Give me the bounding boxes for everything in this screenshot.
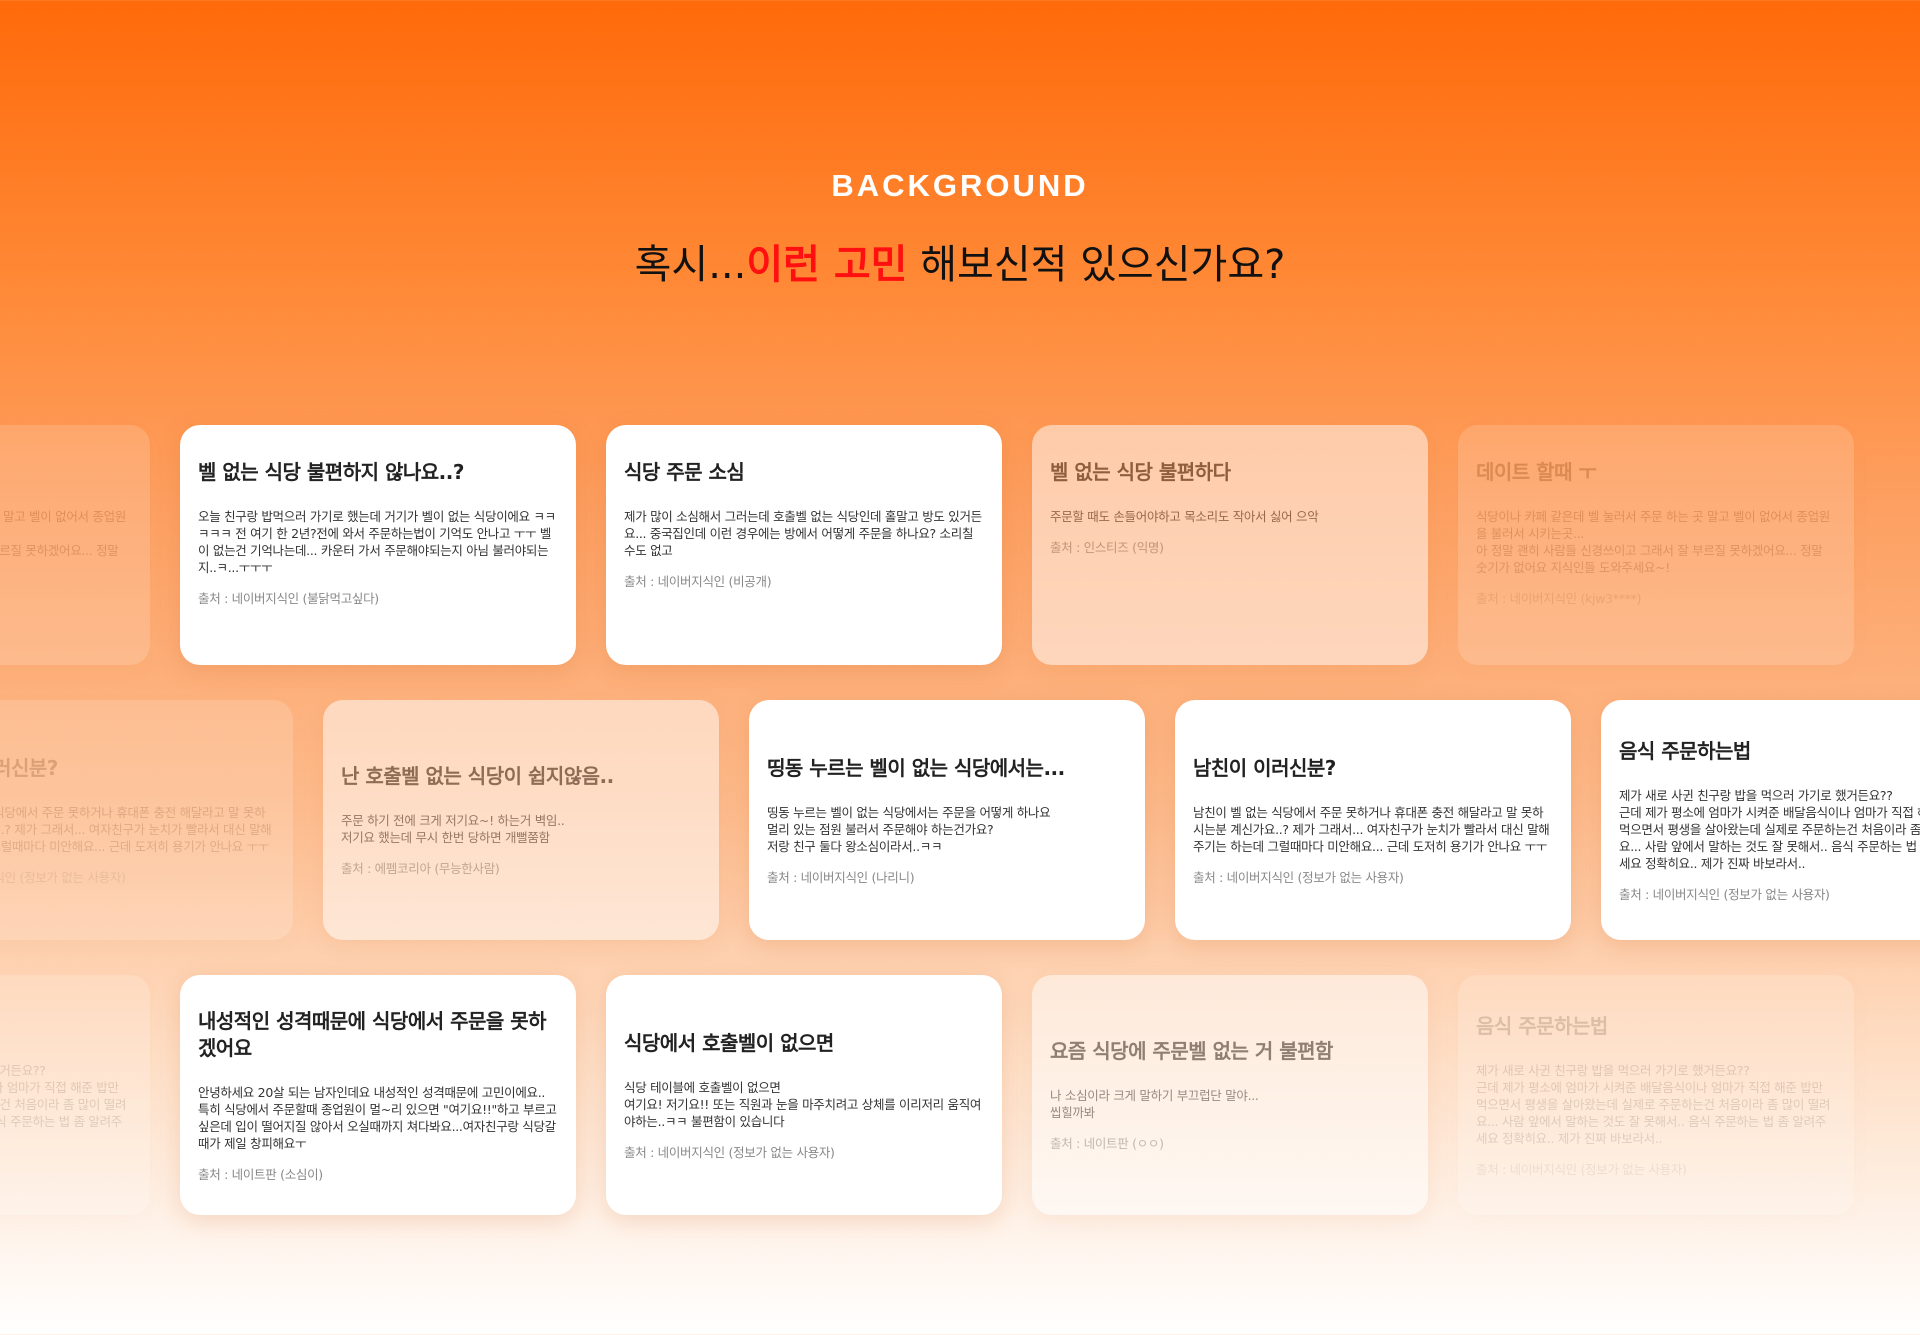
problem-card: 음식 주문하는법제가 새로 사귄 친구랑 밥을 먹으러 가기로 했거든요?? 근… (1458, 975, 1854, 1215)
card-source: 출처 : 네이버지식인 (정보가 없는 사용자) (1619, 886, 1830, 902)
card-body: 식당 테이블에 호출벨이 없으면 여기요! 저기요!! 또는 직원과 눈을 마주… (624, 1079, 982, 1129)
card-body: 띵동 누르는 벨이 없는 식당에서는 주문을 어떻게 하나요 멀리 있는 점원 … (767, 804, 1051, 854)
card-title: 데이트 할때 ㅜ (0, 459, 132, 486)
card-source: 출처 : 네이버지식인 (kjw3****) (0, 588, 132, 607)
problem-card: 남친이 이러신분? 남친이 벨 없는 식당에서 주문 못하거나 휴대폰 충전 해달… (0, 700, 293, 940)
card-title: 남친이 이러신분? (0, 755, 58, 780)
problem-card: 데이트 할때 ㅜ 식당이나 카페 같은데 벨 눌러서 주문 하는 곳 말고 벨이 … (0, 425, 150, 665)
card-source: 출처 : 네이버지식인 (정보가 없는 사용자) (0, 1159, 132, 1178)
card-source: 출처 : 네이버지식인 (불닭먹고싶다) (198, 591, 379, 606)
card-source: 출처 : 네이버지식인 (비공개) (624, 574, 772, 589)
card-source: 출처 : 네이버지식인 (정보가 없는 사용자) (0, 869, 126, 885)
problem-card: 음식 주문하는법제가 새로 사귄 친구랑 밥을 먹으러 가기로 했거든요?? 근… (0, 975, 150, 1215)
problem-card: 벨 없는 식당 불편하다주문할 때도 손들어야하고 목소리도 작아서 싫어 으악… (1032, 425, 1428, 665)
card-body: 나 소심이라 크게 말하기 부끄럽단 말야... 씹힐까봐 (1050, 1088, 1259, 1120)
card-body: 주문 하기 전에 크게 저기요~! 하는거 벽임.. 저기요 했는데 무시 한번… (341, 813, 565, 845)
card-source: 출처 : 네이버지식인 (정보가 없는 사용자) (1193, 869, 1404, 885)
problem-card: 요즘 식당에 주문벨 없는 거 불편함나 소심이라 크게 말하기 부끄럽단 말야… (1032, 975, 1428, 1215)
card-body: 남친이 벨 없는 식당에서 주문 못하거나 휴대폰 충전 해달라고 말 못하시는… (0, 804, 272, 854)
card-body: 안녕하세요 20살 되는 남자인데요 내성적인 성격때문에 고민이에요.. 특히… (198, 1084, 557, 1151)
problem-card: 식당 주문 소심제가 많이 소심해서 그러는데 호출벨 없는 식당인데 홀말고 … (606, 425, 1002, 665)
card-title: 음식 주문하는법 (1476, 1013, 1608, 1038)
card-title: 요즘 식당에 주문벨 없는 거 불편함 (1050, 1039, 1333, 1063)
section-headline: 혹시...이런 고민 해보신적 있으신가요? (0, 232, 1920, 290)
headline-suffix: 해보신적 있으신가요? (907, 242, 1286, 288)
problem-card: 벨 없는 식당 불편하지 않나요..? 오늘 친구랑 밥먹으러 가기로 했는데 거… (180, 425, 576, 665)
card-source: 출처 : 인스티즈 (익명) (1050, 540, 1164, 555)
card-source: 출처 : 네이버지식인 (정보가 없는 사용자) (1476, 1161, 1687, 1177)
card-body: 주문할 때도 손들어야하고 목소리도 작아서 싫어 으악 (1050, 509, 1319, 524)
headline-highlight: 이런 고민 (746, 242, 908, 288)
card-title: 벨 없는 식당 불편하다 (1050, 460, 1231, 484)
card-body: 오늘 친구랑 밥먹으러 가기로 했는데 거기가 벨이 없는 식당이에요 ㅋㅋㅋㅋ… (198, 509, 556, 575)
problem-card: 식당에서 호출벨이 없으면식당 테이블에 호출벨이 없으면 여기요! 저기요!!… (606, 975, 1002, 1215)
card-title: 음식 주문하는법 (0, 1013, 132, 1040)
card-title: 남친이 이러신분? (1193, 755, 1336, 780)
card-source: 출처 : 네이버지식인 (나리니) (767, 869, 915, 885)
problem-card: 음식 주문하는법제가 새로 사귄 친구랑 밥을 먹으러 가기로 했거든요?? 근… (1601, 700, 1920, 940)
card-body: 제가 새로 사귄 친구랑 밥을 먹으러 가기로 했거든요?? 근데 제가 평소에… (0, 1062, 127, 1129)
problem-card: 내성적인 성격때문에 식당에서 주문을 못하겠어요안녕하세요 20살 되는 남자… (180, 975, 576, 1215)
card-title: 식당에서 호출벨이 없으면 (624, 1030, 834, 1055)
card-source: 출처 : 네이버지식인 (kjw3****) (1476, 591, 1642, 606)
card-body: 제가 많이 소심해서 그러는데 호출벨 없는 식당인데 홀말고 방도 있거든요.… (624, 509, 982, 558)
card-source: 출처 : 에펨코리아 (무능한사람) (341, 861, 500, 876)
problem-card: 난 호출벨 없는 식당이 쉽지않음.. 주문 하기 전에 크게 저기요~! 하는거… (323, 700, 719, 940)
card-body: 남친이 벨 없는 식당에서 주문 못하거나 휴대폰 충전 해달라고 말 못하시는… (1193, 804, 1550, 854)
card-body: 제가 새로 사귄 친구랑 밥을 먹으러 가기로 했거든요?? 근데 제가 평소에… (1619, 787, 1920, 871)
problem-card: 띵동 누르는 벨이 없는 식당에서는... 띵동 누르는 벨이 없는 식당에서는 … (749, 700, 1145, 940)
card-title: 음식 주문하는법 (1619, 738, 1751, 763)
card-title: 띵동 누르는 벨이 없는 식당에서는... (767, 755, 1065, 780)
card-body: 제가 새로 사귄 친구랑 밥을 먹으러 가기로 했거든요?? 근데 제가 평소에… (1476, 1062, 1831, 1146)
card-source: 출처 : 네이트판 (ㅇㅇ) (1050, 1136, 1164, 1151)
card-title: 식당 주문 소심 (624, 460, 745, 484)
card-source: 출처 : 네이트판 (소심이) (198, 1166, 323, 1182)
card-body: 식당이나 카페 같은데 벨 눌러서 주문 하는 곳 말고 벨이 없어서 종업원을… (0, 509, 127, 558)
card-title: 내성적인 성격때문에 식당에서 주문을 못하겠어요 (198, 1008, 547, 1060)
section-eyebrow: BACKGROUND (831, 168, 1089, 203)
problem-card: 데이트 할때 ㅜ 식당이나 카페 같은데 벨 눌러서 주문 하는 곳 말고 벨이 … (1458, 425, 1854, 665)
card-title: 난 호출벨 없는 식당이 쉽지않음.. (341, 764, 614, 788)
card-body: 식당이나 카페 같은데 벨 눌러서 주문 하는 곳 말고 벨이 없어서 종업원을… (1476, 509, 1831, 575)
headline-prefix: 혹시... (634, 242, 747, 288)
card-source: 출처 : 네이버지식인 (정보가 없는 사용자) (624, 1144, 835, 1160)
card-title: 데이트 할때 ㅜ (1476, 460, 1597, 484)
card-title: 벨 없는 식당 불편하지 않나요..? (198, 460, 464, 484)
problem-card: 남친이 이러신분? 남친이 벨 없는 식당에서 주문 못하거나 휴대폰 충전 해달… (1175, 700, 1571, 940)
